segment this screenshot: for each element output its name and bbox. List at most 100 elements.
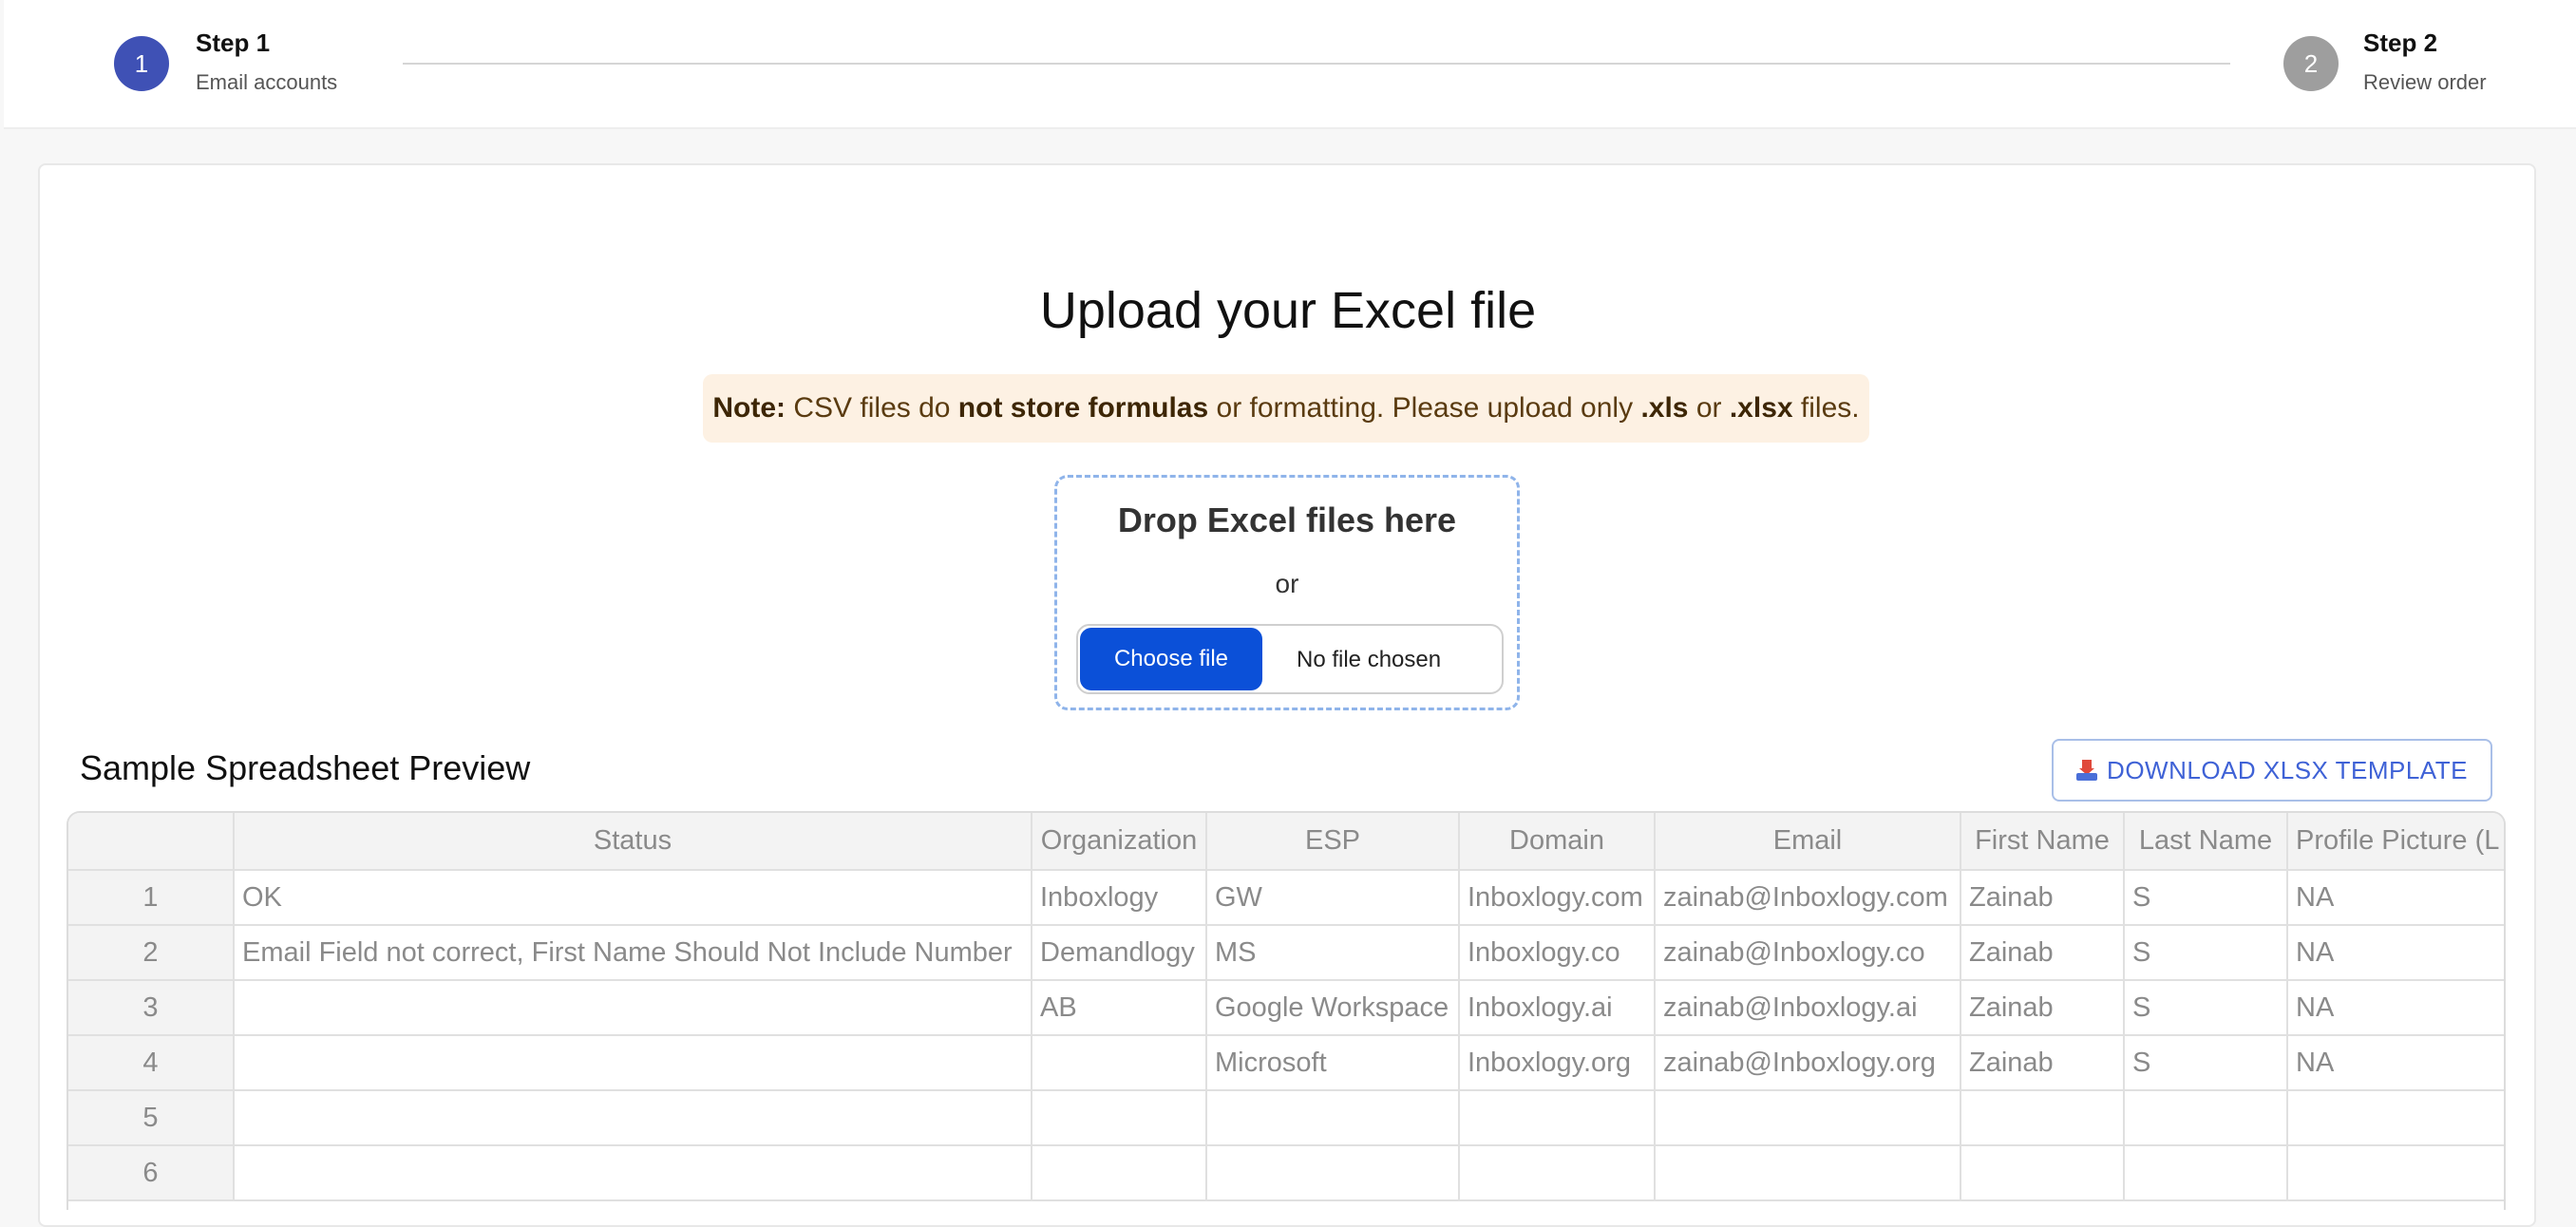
table-row: 2 Email Field not correct, First Name Sh…	[68, 925, 2504, 981]
table-header-row: Status Organization ESP Domain Email Fir…	[68, 813, 2504, 871]
spreadsheet-preview: Status Organization ESP Domain Email Fir…	[66, 811, 2506, 1210]
note-banner: Note: CSV files do not store formulas or…	[703, 374, 1869, 443]
table-cell: Zainab	[1960, 1035, 2125, 1091]
table-cell	[1206, 1090, 1460, 1146]
table-cell	[1960, 1145, 2125, 1201]
step-connector	[403, 63, 2230, 65]
table-cell	[1206, 1145, 1460, 1201]
stepper: 1 Step 1 Email accounts 2 Step 2 Review …	[4, 0, 2576, 129]
table-cell	[234, 980, 1032, 1036]
table-cell: zainab@Inboxlogy.org	[1655, 1035, 1961, 1091]
inbox-tray-icon	[2076, 760, 2098, 781]
table-cell	[234, 1145, 1032, 1201]
column-header-first-name: First Name	[1960, 813, 2125, 871]
table-cell	[234, 1090, 1032, 1146]
table-cell: NA	[2287, 980, 2504, 1036]
table-cell	[1655, 1145, 1961, 1201]
file-input[interactable]: Choose file No file chosen	[1076, 624, 1504, 694]
step-2-title: Step 2	[2363, 28, 2438, 57]
table-cell: Zainab	[1960, 870, 2125, 926]
table-cell	[234, 1035, 1032, 1091]
table-cell: zainab@Inboxlogy.com	[1655, 870, 1961, 926]
step-1-subtitle: Email accounts	[196, 70, 338, 94]
column-header-last-name: Last Name	[2124, 813, 2288, 871]
column-header-profile-picture: Profile Picture (L	[2287, 813, 2504, 871]
table-cell: OK	[234, 870, 1032, 926]
download-template-button[interactable]: DOWNLOAD XLSX TEMPLATE	[2052, 739, 2492, 802]
table-cell	[2124, 1090, 2288, 1146]
table-cell: S	[2124, 980, 2288, 1036]
file-status-text: No file chosen	[1297, 647, 1442, 672]
choose-file-button[interactable]: Choose file	[1080, 628, 1262, 690]
table-cell: zainab@Inboxlogy.ai	[1655, 980, 1961, 1036]
dropzone-or: or	[1275, 569, 1299, 598]
note-text-3: or	[1688, 392, 1730, 424]
table-row: 1 OK Inboxlogy GW Inboxlogy.com zainab@I…	[68, 870, 2504, 926]
table-cell: MS	[1206, 925, 1460, 981]
note-bold-1: not store formulas	[957, 392, 1209, 424]
table-cell	[2287, 1145, 2504, 1201]
table-cell: zainab@Inboxlogy.co	[1655, 925, 1961, 981]
row-number: 6	[68, 1145, 235, 1201]
note-bold-3: .xlsx	[1729, 392, 1793, 424]
page-title: Upload your Excel file	[1039, 282, 1537, 339]
table-cell: Microsoft	[1206, 1035, 1460, 1091]
table-cell: Inboxlogy.co	[1459, 925, 1656, 981]
table-cell: Zainab	[1960, 925, 2125, 981]
download-template-label: DOWNLOAD XLSX TEMPLATE	[2107, 755, 2468, 784]
note-text-1: CSV files do	[786, 392, 958, 424]
column-header-esp: ESP	[1206, 813, 1460, 871]
table-cell: Email Field not correct, First Name Shou…	[234, 925, 1032, 981]
table-cell	[1459, 1090, 1656, 1146]
row-number: 3	[68, 980, 235, 1036]
row-number: 4	[68, 1035, 235, 1091]
step-1-title: Step 1	[196, 28, 271, 57]
row-number: 2	[68, 925, 235, 981]
table-cell: Inboxlogy.ai	[1459, 980, 1656, 1036]
step-1-circle[interactable]: 1	[114, 36, 169, 91]
table-row: 5	[68, 1090, 2504, 1146]
step-2-circle[interactable]: 2	[2283, 36, 2339, 91]
table-cell: GW	[1206, 870, 1460, 926]
table-cell: S	[2124, 1035, 2288, 1091]
table-cell: S	[2124, 870, 2288, 926]
table-cell: NA	[2287, 870, 2504, 926]
table-cell: NA	[2287, 1035, 2504, 1091]
note-text-4: files.	[1792, 392, 1860, 424]
preview-table: Status Organization ESP Domain Email Fir…	[68, 813, 2504, 1201]
dropzone-title: Drop Excel files here	[1117, 500, 1457, 539]
table-cell	[1655, 1090, 1961, 1146]
step-2-subtitle: Review order	[2363, 70, 2487, 94]
column-header-status: Status	[234, 813, 1032, 871]
row-number: 5	[68, 1090, 235, 1146]
table-row: 3 AB Google Workspace Inboxlogy.ai zaina…	[68, 980, 2504, 1036]
file-dropzone[interactable]: Drop Excel files here or Choose file No …	[1054, 475, 1520, 710]
column-header-domain: Domain	[1459, 813, 1656, 871]
note-text-2: or formatting. Please upload only	[1208, 392, 1641, 424]
note-label: Note:	[712, 392, 786, 424]
preview-title: Sample Spreadsheet Preview	[80, 748, 531, 787]
table-cell	[1459, 1145, 1656, 1201]
row-number: 1	[68, 870, 235, 926]
table-cell	[1032, 1090, 1207, 1146]
table-cell: AB	[1032, 980, 1207, 1036]
table-cell: Inboxlogy.com	[1459, 870, 1656, 926]
table-cell: S	[2124, 925, 2288, 981]
column-header-organization: Organization	[1032, 813, 1207, 871]
table-cell: Google Workspace	[1206, 980, 1460, 1036]
table-cell: Inboxlogy	[1032, 870, 1207, 926]
table-cell: NA	[2287, 925, 2504, 981]
table-cell	[2124, 1145, 2288, 1201]
column-header-rownum	[68, 813, 235, 871]
table-row: 6	[68, 1145, 2504, 1201]
table-cell	[1032, 1145, 1207, 1201]
table-cell: Zainab	[1960, 980, 2125, 1036]
table-row: 4 Microsoft Inboxlogy.org zainab@Inboxlo…	[68, 1035, 2504, 1091]
table-cell: Inboxlogy.org	[1459, 1035, 1656, 1091]
table-cell	[1032, 1035, 1207, 1091]
table-cell: Demandlogy	[1032, 925, 1207, 981]
note-bold-2: .xls	[1640, 392, 1689, 424]
table-cell	[1960, 1090, 2125, 1146]
column-header-email: Email	[1655, 813, 1961, 871]
table-cell	[2287, 1090, 2504, 1146]
